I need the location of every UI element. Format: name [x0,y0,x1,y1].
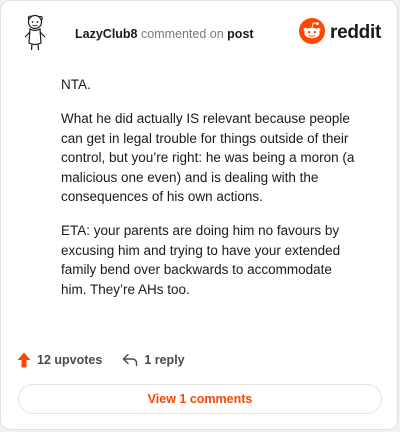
reply-button[interactable]: 1 reply [122,353,185,367]
avatar-icon[interactable] [19,13,51,51]
upvote-count: 12 upvotes [37,353,103,367]
upvote-arrow-icon [17,352,31,368]
reddit-logo-icon [299,17,326,49]
comment-paragraph: What he did actually IS relevant because… [61,111,355,205]
upvote-button[interactable]: 12 upvotes [17,352,102,368]
username-link[interactable]: LazyClub8 [75,27,138,41]
post-link[interactable]: post [227,27,253,41]
reply-count: 1 reply [144,353,185,367]
comment-actions: 12 upvotes 1 reply [17,351,185,369]
comment-meta: LazyClub8 commented on post [75,27,254,41]
view-comments-button[interactable]: View 1 comments [18,384,382,414]
reddit-wordmark: reddit [330,22,381,43]
reddit-logo[interactable]: reddit [299,17,381,49]
comment-paragraph: ETA: your parents are doing him no favou… [61,223,341,297]
comment-paragraph: NTA. [61,77,91,92]
comment-header: LazyClub8 commented on post reddit [15,13,383,53]
comment-card: LazyClub8 commented on post reddit NTA. … [0,0,398,430]
comment-body: NTA. What he did actually IS relevant be… [61,75,357,314]
comment-action-text: commented on [141,27,224,41]
reply-arrow-icon [122,353,138,367]
